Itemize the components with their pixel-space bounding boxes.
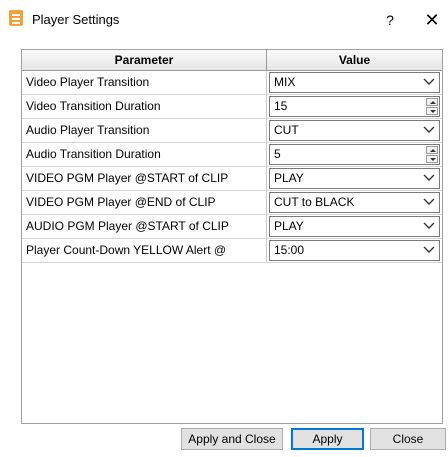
value-dropdown[interactable]: CUT to BLACK: [269, 192, 440, 213]
spin-up-button[interactable]: [426, 98, 438, 106]
parameter-label: VIDEO PGM Player @START of CLIP: [22, 167, 267, 191]
title-bar: Player Settings ? ✕: [0, 0, 448, 40]
spinbox-value: 15: [274, 99, 288, 113]
parameter-label: VIDEO PGM Player @END of CLIP: [22, 191, 267, 215]
close-button[interactable]: Close: [370, 428, 446, 450]
value-dropdown[interactable]: CUT: [269, 120, 440, 141]
table-row: Video Transition Duration 15: [22, 95, 442, 119]
parameter-label: Video Transition Duration: [22, 95, 267, 119]
window-title: Player Settings: [32, 12, 120, 27]
parameter-label: Player Count-Down YELLOW Alert @: [22, 239, 267, 263]
table-row: VIDEO PGM Player @END of CLIP CUT to BLA…: [22, 191, 442, 215]
spin-down-button[interactable]: [426, 107, 438, 115]
column-header-value[interactable]: Value: [267, 50, 442, 71]
dropdown-value: PLAY: [274, 171, 304, 185]
parameter-label: AUDIO PGM Player @START of CLIP: [22, 215, 267, 239]
chevron-down-icon: [423, 174, 435, 181]
parameter-label: Video Player Transition: [22, 71, 267, 95]
value-dropdown[interactable]: PLAY: [269, 168, 440, 189]
table-row: Audio Transition Duration 5: [22, 143, 442, 167]
settings-table: Parameter Value Video Player Transition …: [21, 49, 443, 424]
chevron-down-icon: [423, 198, 435, 205]
dropdown-value: PLAY: [274, 219, 304, 233]
table-row: VIDEO PGM Player @START of CLIP PLAY: [22, 167, 442, 191]
spin-up-button[interactable]: [426, 146, 438, 154]
parameter-label: Audio Transition Duration: [22, 143, 267, 167]
help-button[interactable]: ?: [378, 10, 402, 30]
table-row: AUDIO PGM Player @START of CLIP PLAY: [22, 215, 442, 239]
parameter-label: Audio Player Transition: [22, 119, 267, 143]
value-dropdown[interactable]: PLAY: [269, 216, 440, 237]
spin-arrows-icon: [426, 98, 438, 115]
apply-and-close-button[interactable]: Apply and Close: [181, 428, 283, 450]
table-row: Audio Player Transition CUT: [22, 119, 442, 143]
spin-arrows-icon: [426, 146, 438, 163]
chevron-down-icon: [423, 246, 435, 253]
window-close-button[interactable]: ✕: [420, 9, 444, 31]
settings-list-icon: [9, 10, 23, 26]
value-dropdown[interactable]: MIX: [269, 72, 440, 93]
table-row: Player Count-Down YELLOW Alert @ 15:00: [22, 239, 442, 263]
chevron-down-icon: [423, 222, 435, 229]
dropdown-value: 15:00: [274, 243, 305, 257]
spin-down-button[interactable]: [426, 155, 438, 163]
value-spinbox[interactable]: 5: [269, 144, 440, 165]
chevron-down-icon: [423, 126, 435, 133]
spinbox-value: 5: [274, 147, 281, 161]
value-spinbox[interactable]: 15: [269, 96, 440, 117]
chevron-down-icon: [423, 78, 435, 85]
apply-button[interactable]: Apply: [291, 428, 364, 450]
table-row: Video Player Transition MIX: [22, 71, 442, 95]
dropdown-value: MIX: [274, 75, 296, 89]
dropdown-value: CUT to BLACK: [274, 195, 355, 209]
value-dropdown[interactable]: 15:00: [269, 240, 440, 261]
column-header-parameter[interactable]: Parameter: [22, 50, 267, 71]
table-header: Parameter Value: [22, 50, 442, 71]
dropdown-value: CUT: [274, 123, 299, 137]
